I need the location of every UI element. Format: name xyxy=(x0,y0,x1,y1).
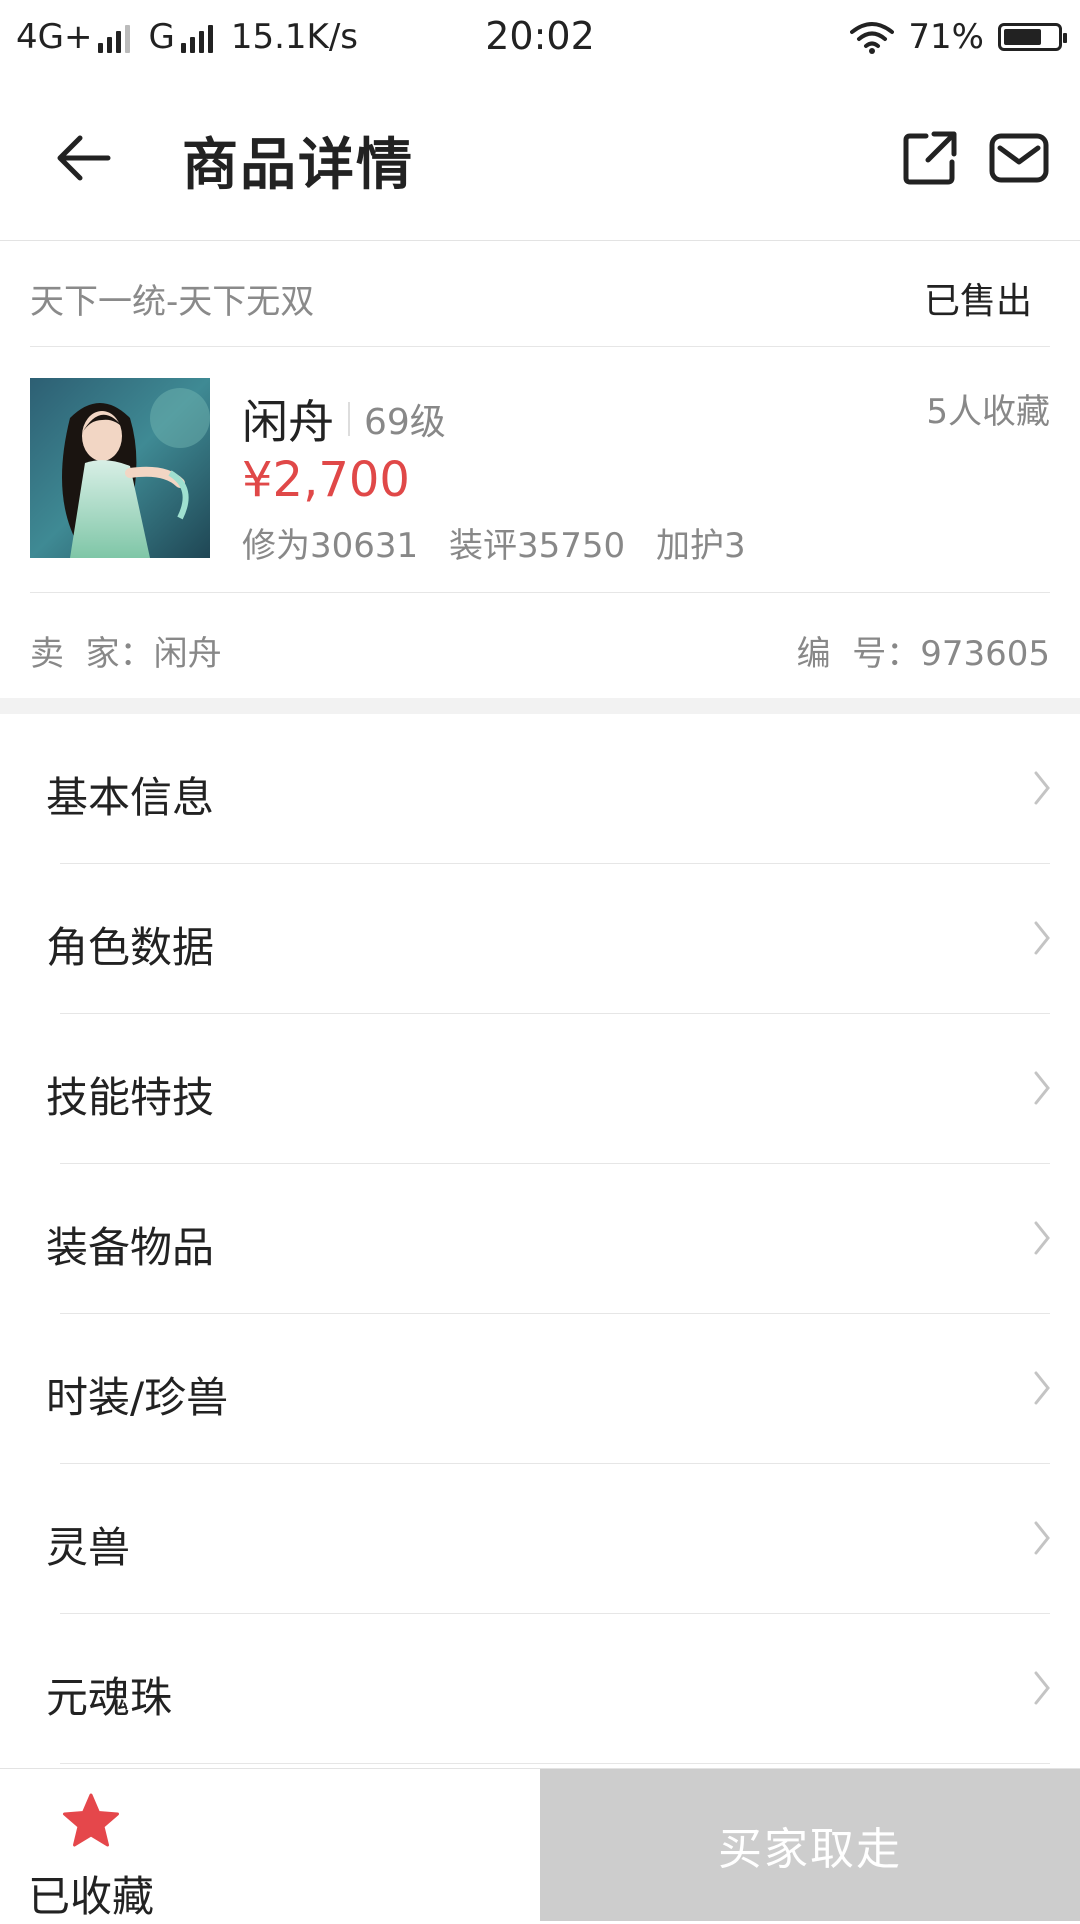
price: ¥2,700 xyxy=(242,452,410,508)
menu-item-character-data[interactable]: 角色数据 xyxy=(0,864,1080,1014)
seller-info: 卖 家：闲舟 xyxy=(30,634,222,674)
detail-menu: 基本信息 角色数据 技能特技 装备物品 时装/珍兽 灵兽 元魂珠 xyxy=(0,714,1080,1764)
menu-item-spirit-beasts[interactable]: 灵兽 xyxy=(0,1464,1080,1614)
menu-item-soul-beads[interactable]: 元魂珠 xyxy=(0,1614,1080,1764)
menu-item-fashion-pets[interactable]: 时装/珍兽 xyxy=(0,1314,1080,1464)
share-icon[interactable] xyxy=(900,128,960,188)
favorite-button[interactable]: 已收藏 xyxy=(0,1769,540,1921)
chevron-right-icon xyxy=(1034,921,1050,955)
menu-item-label: 时装/珍兽 xyxy=(46,1373,229,1422)
chevron-right-icon xyxy=(1034,771,1050,805)
app-header: 商品详情 xyxy=(0,76,1080,241)
chevron-right-icon xyxy=(1034,1671,1050,1705)
star-icon xyxy=(63,1793,119,1847)
seller-row: 卖 家：闲舟 编 号：973605 xyxy=(30,594,1050,698)
menu-item-label: 角色数据 xyxy=(46,923,215,972)
divider xyxy=(348,402,350,436)
menu-item-label: 元魂珠 xyxy=(46,1673,173,1722)
menu-item-label: 基本信息 xyxy=(46,773,215,822)
battery-percent: 71% xyxy=(908,17,984,57)
mail-icon[interactable] xyxy=(988,128,1050,188)
stat-protection: 加护3 xyxy=(655,526,746,566)
wifi-icon xyxy=(850,22,895,54)
chevron-right-icon xyxy=(1034,1221,1050,1255)
server-row: 天下一统-天下无双 已售出 xyxy=(30,242,1050,347)
bottom-action-bar: 已收藏 买家取走 xyxy=(0,1768,1080,1921)
menu-item-skills[interactable]: 技能特技 xyxy=(0,1014,1080,1164)
battery-icon xyxy=(998,23,1067,51)
page-title: 商品详情 xyxy=(182,133,414,198)
server-name: 天下一统-天下无双 xyxy=(30,282,315,322)
favorite-count: 5人收藏 xyxy=(926,392,1050,432)
character-info: 闲舟 69级 xyxy=(242,386,446,452)
status-right: 71% xyxy=(850,14,1067,60)
product-card[interactable]: 闲舟 69级 5人收藏 ¥2,700 修为30631 装评35750 加护3 xyxy=(30,346,1050,593)
menu-item-basic-info[interactable]: 基本信息 xyxy=(0,714,1080,864)
character-name: 闲舟 xyxy=(242,395,334,449)
menu-item-label: 装备物品 xyxy=(46,1223,215,1272)
menu-item-label: 灵兽 xyxy=(46,1523,131,1572)
character-level: 69级 xyxy=(364,402,446,443)
character-avatar xyxy=(30,378,210,558)
serial-number: 编 号：973605 xyxy=(796,634,1050,674)
menu-item-equipment[interactable]: 装备物品 xyxy=(0,1164,1080,1314)
section-gap xyxy=(0,698,1080,714)
chevron-right-icon xyxy=(1034,1371,1050,1405)
buyer-taken-button[interactable]: 买家取走 xyxy=(540,1769,1080,1921)
stat-cultivation: 修为30631 xyxy=(242,526,419,566)
chevron-right-icon xyxy=(1034,1071,1050,1105)
favorite-label: 已收藏 xyxy=(28,1872,155,1921)
status-badge: 已售出 xyxy=(923,281,1032,322)
character-stats: 修为30631 装评35750 加护3 xyxy=(242,518,766,567)
arrow-left-icon[interactable] xyxy=(52,126,116,190)
menu-item-label: 技能特技 xyxy=(46,1073,215,1122)
divider xyxy=(60,1763,1050,1764)
stat-gear-score: 装评35750 xyxy=(448,526,626,566)
status-bar: 4G+ G 15.1K/s 20:02 71% xyxy=(0,0,1080,76)
chevron-right-icon xyxy=(1034,1521,1050,1555)
